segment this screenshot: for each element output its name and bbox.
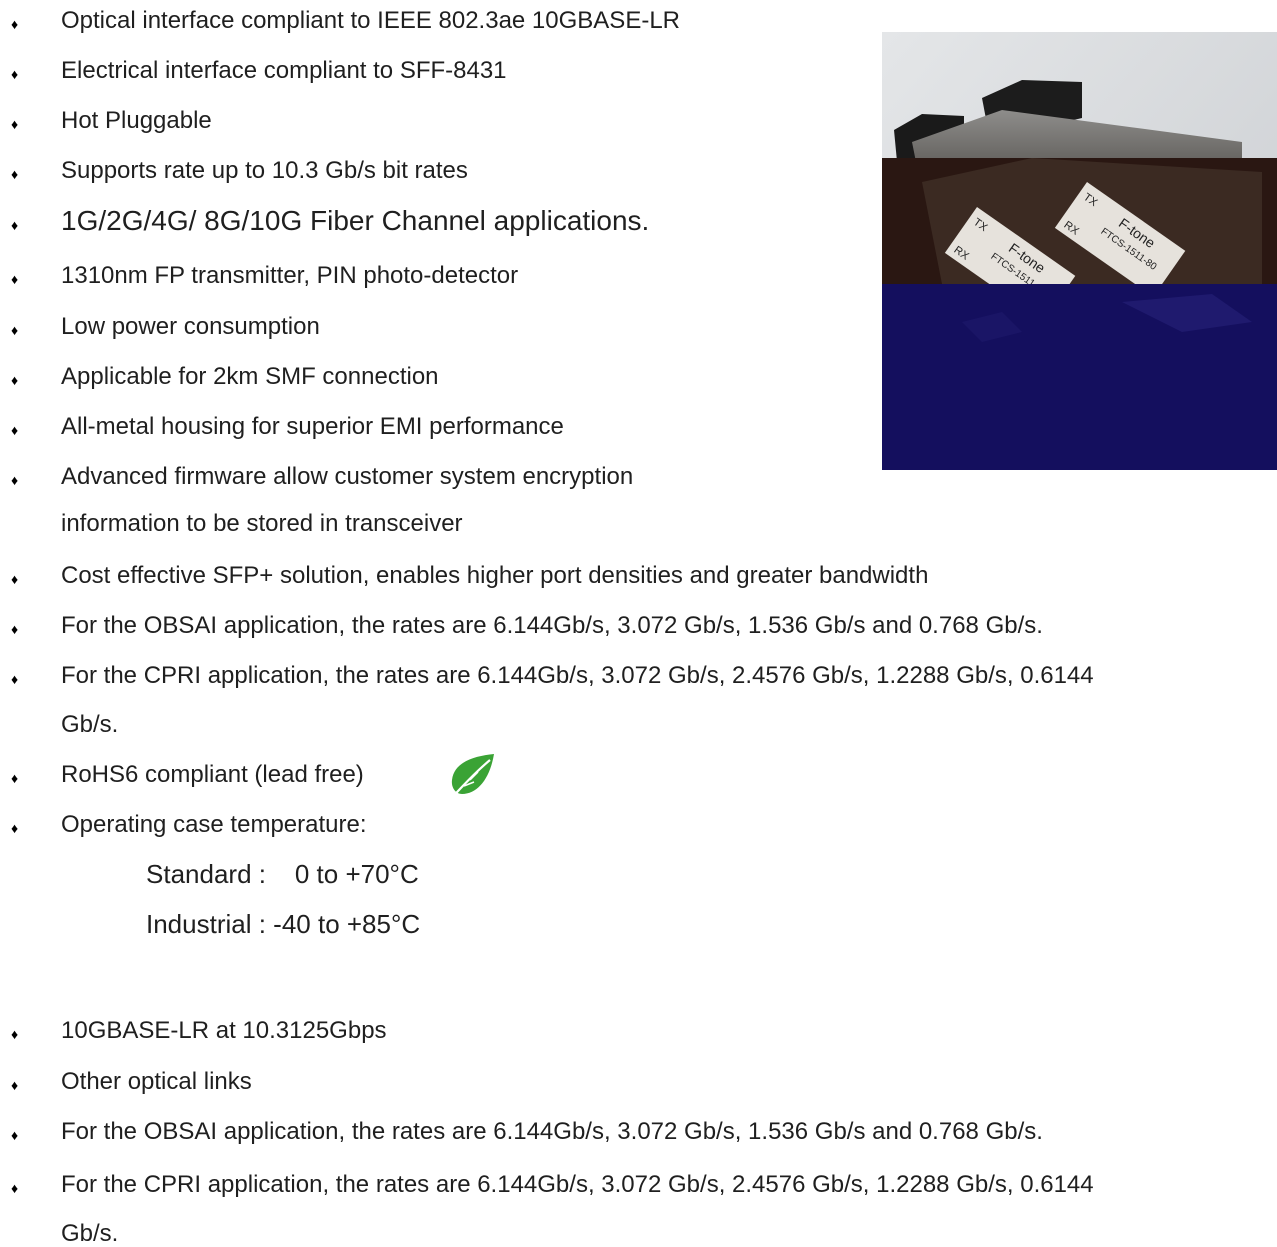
bullet-diamond-icon: ♦ bbox=[11, 770, 19, 786]
feature-text-continuation: information to be stored in transceiver bbox=[61, 510, 463, 537]
feature-text: RoHS6 compliant (lead free) bbox=[61, 761, 364, 788]
feature-text: 1310nm FP transmitter, PIN photo-detecto… bbox=[61, 262, 519, 289]
feature-text: Cost effective SFP+ solution, enables hi… bbox=[61, 562, 929, 589]
bullet-diamond-icon: ♦ bbox=[11, 1180, 19, 1196]
bullet-diamond-icon: ♦ bbox=[11, 472, 19, 488]
bullet-diamond-icon: ♦ bbox=[11, 820, 19, 836]
bullet-diamond-icon: ♦ bbox=[11, 571, 19, 587]
bullet-diamond-icon: ♦ bbox=[11, 671, 19, 687]
application-text: 10GBASE-LR at 10.3125Gbps bbox=[61, 1017, 387, 1044]
sfp-module-illustration: TX F-tone FTCS-1511-80 RX TX F-tone FTCS… bbox=[882, 32, 1277, 470]
bullet-diamond-icon: ♦ bbox=[11, 66, 19, 82]
temperature-standard: Standard : 0 to +70°C bbox=[146, 859, 419, 889]
bullet-diamond-icon: ♦ bbox=[11, 166, 19, 182]
feature-text: Supports rate up to 10.3 Gb/s bit rates bbox=[61, 157, 468, 184]
bullet-diamond-icon: ♦ bbox=[11, 271, 19, 287]
feature-text: Electrical interface compliant to SFF-84… bbox=[61, 57, 507, 84]
application-text: For the OBSAI application, the rates are… bbox=[61, 1118, 1043, 1145]
temperature-industrial: Industrial : -40 to +85°C bbox=[146, 909, 421, 939]
bullet-diamond-icon: ♦ bbox=[11, 116, 19, 132]
bullet-diamond-icon: ♦ bbox=[11, 16, 19, 32]
feature-text: All-metal housing for superior EMI perfo… bbox=[61, 413, 564, 440]
bullet-diamond-icon: ♦ bbox=[11, 621, 19, 637]
bullet-diamond-icon: ♦ bbox=[11, 322, 19, 338]
feature-text: Applicable for 2km SMF connection bbox=[61, 363, 439, 390]
bullet-diamond-icon: ♦ bbox=[11, 1026, 19, 1042]
feature-text: Low power consumption bbox=[61, 313, 320, 340]
product-photo: TX F-tone FTCS-1511-80 RX TX F-tone FTCS… bbox=[882, 32, 1277, 470]
feature-text: For the OBSAI application, the rates are… bbox=[61, 612, 1043, 639]
feature-text: Optical interface compliant to IEEE 802.… bbox=[61, 7, 680, 34]
feature-text: For the CPRI application, the rates are … bbox=[61, 662, 1094, 689]
feature-text: Operating case temperature: bbox=[61, 811, 367, 838]
bullet-diamond-icon: ♦ bbox=[11, 1077, 19, 1093]
feature-text: Hot Pluggable bbox=[61, 107, 212, 134]
bullet-diamond-icon: ♦ bbox=[11, 372, 19, 388]
leaf-icon bbox=[447, 754, 494, 803]
feature-text: Advanced firmware allow customer system … bbox=[61, 463, 634, 490]
bullet-diamond-icon: ♦ bbox=[11, 217, 19, 233]
application-text: Other optical links bbox=[61, 1068, 252, 1095]
application-text: For the CPRI application, the rates are … bbox=[61, 1171, 1094, 1198]
feature-text-continuation: Gb/s. bbox=[61, 711, 119, 738]
application-text-continuation: Gb/s. bbox=[61, 1220, 119, 1247]
bullet-diamond-icon: ♦ bbox=[11, 422, 19, 438]
bullet-diamond-icon: ♦ bbox=[11, 1127, 19, 1143]
feature-text: 1G/2G/4G/ 8G/10G Fiber Channel applicati… bbox=[61, 205, 650, 236]
